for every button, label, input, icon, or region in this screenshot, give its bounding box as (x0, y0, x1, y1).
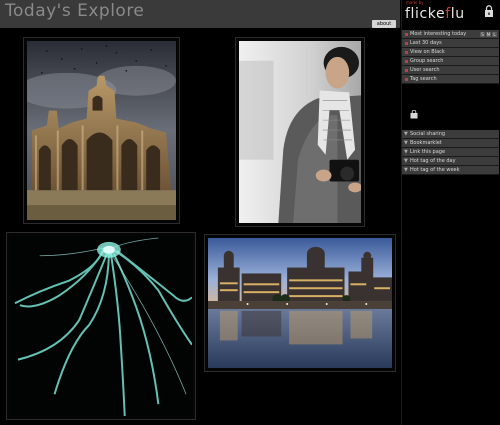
nav-item-user-search[interactable]: User search (402, 66, 499, 75)
share-item-label: Hot tag of the day (410, 158, 456, 164)
nav-item-label: Group search (410, 58, 444, 64)
brand-prefix: made by (406, 0, 424, 5)
nav-item-most-interesting-today[interactable]: Most interesting today S M L (402, 30, 499, 39)
header-bar: Today's Explore about (0, 0, 400, 28)
chevron-down-icon: ▼ (404, 167, 408, 173)
share-item-label: Link this page (410, 149, 446, 155)
bullet-icon (405, 51, 408, 54)
ruined-church-photo[interactable] (23, 37, 180, 224)
size-medium-button[interactable]: M (486, 32, 491, 37)
bookmarklet-item[interactable]: ▼ Bookmarklet (402, 139, 499, 148)
nav-item-view-on-black[interactable]: View on Black (402, 48, 499, 57)
hot-tag-day-item[interactable]: ▼ Hot tag of the day (402, 157, 499, 166)
nav-item-label: Most interesting today (410, 31, 467, 37)
photographer-photo[interactable] (235, 37, 365, 227)
chevron-down-icon: ▼ (404, 131, 408, 137)
brand-logo[interactable]: flickeflu (405, 6, 465, 22)
link-this-page-item[interactable]: ▼ Link this page (402, 148, 499, 157)
bullet-icon (405, 78, 408, 81)
lock-icon[interactable] (484, 5, 494, 17)
waterfront-image (208, 238, 392, 368)
hot-tag-week-item[interactable]: ▼ Hot tag of the week (402, 166, 499, 175)
size-small-button[interactable]: S (480, 32, 485, 37)
bullet-icon (405, 42, 408, 45)
nav-item-tag-search[interactable]: Tag search (402, 75, 499, 84)
nav-item-last-30-days[interactable]: Last 30 days (402, 39, 499, 48)
share-item-label: Social sharing (410, 131, 446, 137)
photographer-image (239, 41, 361, 223)
social-sharing-item[interactable]: ▼ Social sharing (402, 130, 499, 139)
size-large-button[interactable]: L (492, 32, 497, 37)
nav-item-label: User search (410, 67, 440, 73)
page-title: Today's Explore (5, 1, 145, 21)
chevron-down-icon: ▼ (404, 149, 408, 155)
bullet-icon (405, 33, 408, 36)
bullet-icon (405, 60, 408, 63)
about-button[interactable]: about (372, 20, 396, 28)
waterfront-photo[interactable] (204, 234, 396, 372)
nav-item-group-search[interactable]: Group search (402, 57, 499, 66)
chevron-down-icon: ▼ (404, 140, 408, 146)
jellyfish-photo[interactable] (6, 232, 196, 420)
nav-item-label: Tag search (410, 76, 437, 82)
jellyfish-image (10, 236, 192, 416)
nav-item-label: View on Black (410, 49, 445, 55)
brand-main: flicke (405, 6, 446, 22)
chevron-down-icon: ▼ (404, 158, 408, 164)
nav-item-label: Last 30 days (410, 40, 442, 46)
share-item-label: Bookmarklet (410, 140, 442, 146)
shopping-bag-icon[interactable] (410, 110, 418, 119)
share-item-label: Hot tag of the week (410, 167, 460, 173)
ruined-church-image (27, 41, 176, 220)
brand-suffix: lu (450, 6, 465, 22)
bullet-icon (405, 69, 408, 72)
